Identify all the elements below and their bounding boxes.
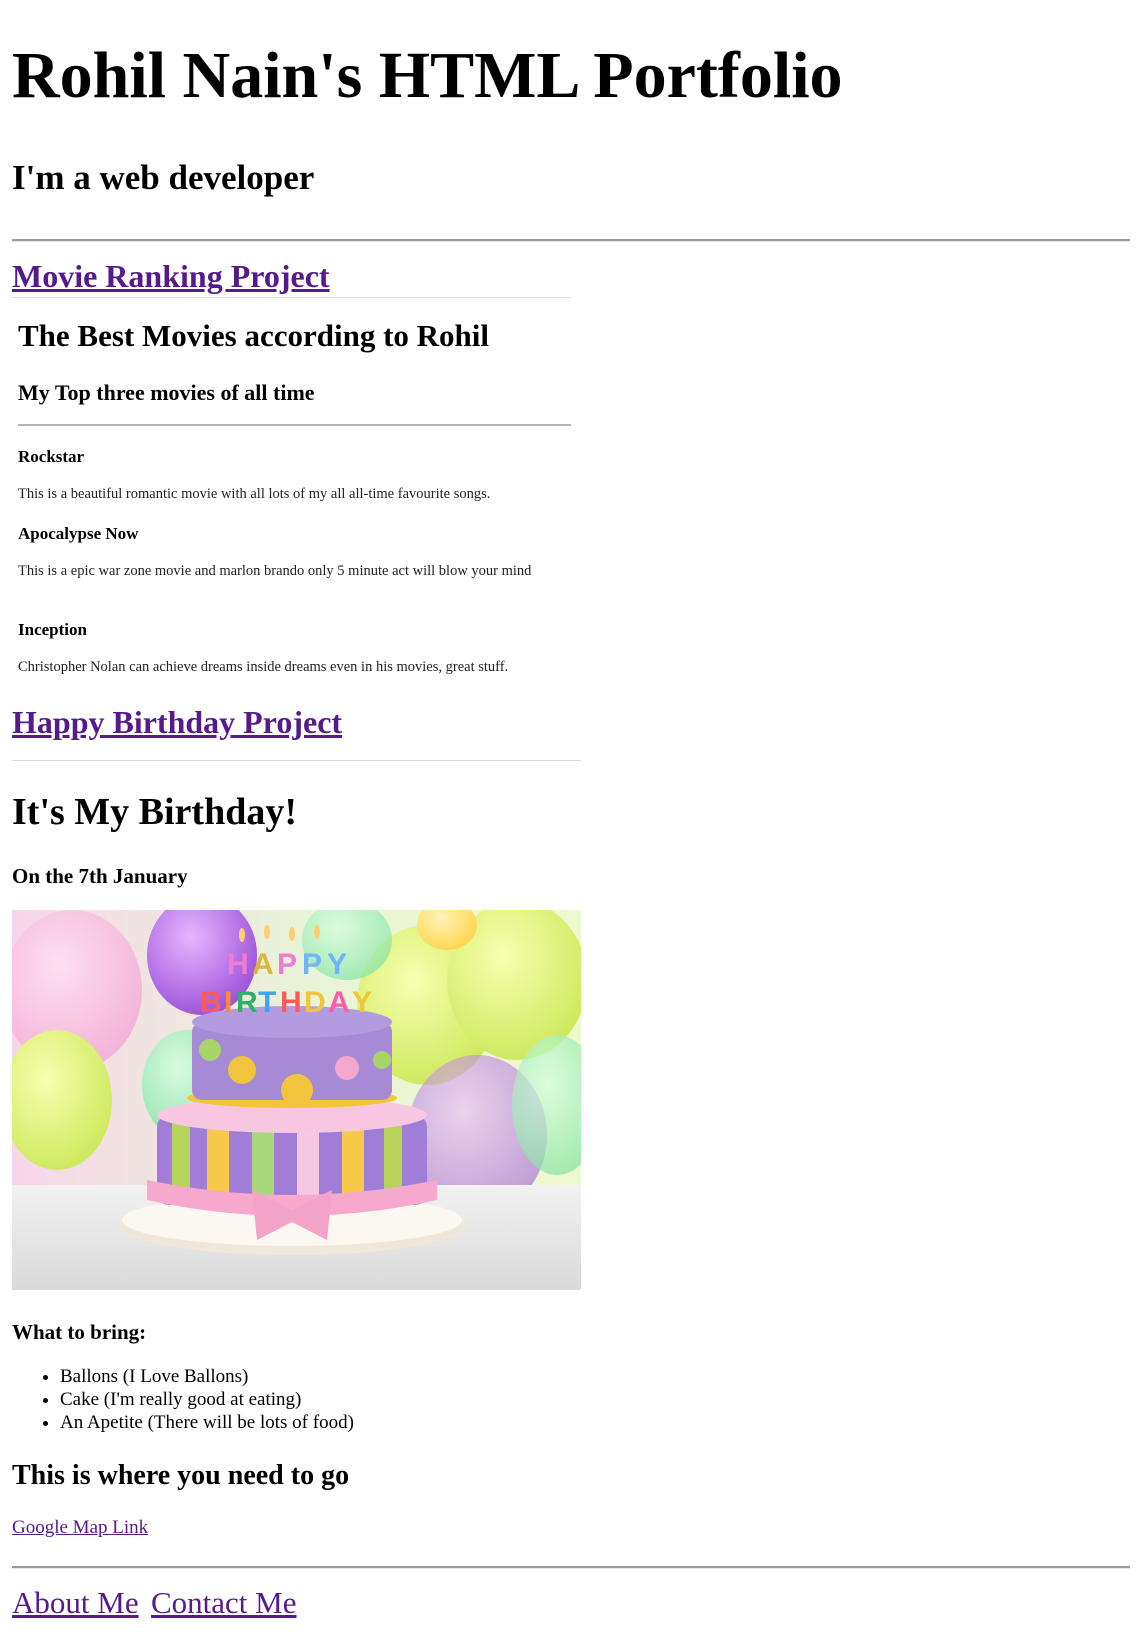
svg-text:H: H bbox=[280, 986, 302, 1019]
list-item: Ballons (I Love Ballons) bbox=[60, 1365, 354, 1388]
movie-ranking-project-link[interactable]: Movie Ranking Project bbox=[12, 258, 330, 295]
birthday-heading: It's My Birthday! bbox=[12, 791, 297, 833]
movies-subheading: My Top three movies of all time bbox=[18, 380, 315, 405]
movie-description: Christopher Nolan can achieve dreams ins… bbox=[18, 659, 509, 675]
birthday-cake-image: H A P P Y B I R T H D A Y bbox=[12, 910, 581, 1290]
divider bbox=[12, 1566, 1130, 1569]
svg-text:P: P bbox=[302, 948, 322, 981]
svg-text:A: A bbox=[252, 948, 274, 981]
divider bbox=[12, 760, 581, 761]
svg-text:P: P bbox=[277, 948, 297, 981]
divider bbox=[12, 297, 571, 298]
happy-birthday-project-link[interactable]: Happy Birthday Project bbox=[12, 704, 342, 741]
about-me-link[interactable]: About Me bbox=[12, 1585, 139, 1621]
list-item: Cake (I'm really good at eating) bbox=[60, 1388, 354, 1411]
movie-title: Inception bbox=[18, 620, 87, 639]
svg-text:Y: Y bbox=[352, 986, 372, 1019]
google-map-link[interactable]: Google Map Link bbox=[12, 1517, 148, 1539]
divider bbox=[12, 239, 1130, 242]
divider bbox=[18, 424, 571, 426]
contact-me-link[interactable]: Contact Me bbox=[151, 1585, 297, 1621]
svg-text:I: I bbox=[224, 986, 232, 1019]
svg-text:D: D bbox=[304, 986, 326, 1019]
svg-text:A: A bbox=[328, 986, 350, 1019]
page-subtitle: I'm a web developer bbox=[12, 158, 315, 197]
movie-description: This is a epic war zone movie and marlon… bbox=[18, 563, 532, 579]
svg-text:B: B bbox=[200, 986, 222, 1019]
movie-description: This is a beautiful romantic movie with … bbox=[18, 486, 491, 502]
bring-list: Ballons (I Love Ballons) Cake (I'm reall… bbox=[12, 1365, 354, 1434]
directions-heading: This is where you need to go bbox=[12, 1460, 350, 1491]
svg-text:R: R bbox=[236, 986, 258, 1019]
svg-text:T: T bbox=[258, 986, 276, 1019]
movies-heading: The Best Movies according to Rohil bbox=[18, 318, 489, 353]
what-to-bring-heading: What to bring: bbox=[12, 1320, 147, 1344]
list-item: An Apetite (There will be lots of food) bbox=[60, 1411, 354, 1434]
svg-text:H: H bbox=[227, 948, 249, 981]
movie-title: Apocalypse Now bbox=[18, 524, 139, 543]
svg-text:Y: Y bbox=[327, 948, 347, 981]
movie-title: Rockstar bbox=[18, 447, 85, 466]
page-title: Rohil Nain's HTML Portfolio bbox=[12, 39, 843, 112]
birthday-date: On the 7th January bbox=[12, 864, 188, 888]
